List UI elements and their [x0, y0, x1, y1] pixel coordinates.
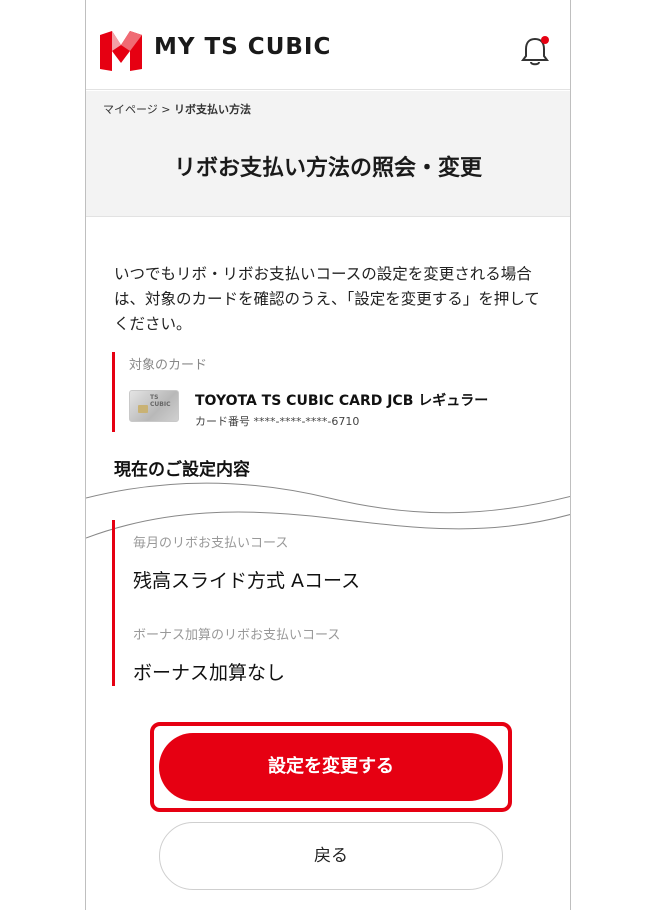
card-name: TOYOTA TS CUBIC CARD JCB レギュラー [195, 393, 489, 409]
breadcrumb-separator: > [161, 103, 171, 116]
ts-cubic-logo-icon[interactable] [100, 31, 142, 71]
breadcrumb: マイページ > リボ支払い方法 [103, 101, 251, 117]
bonus-course-value: ボーナス加算なし [133, 662, 286, 684]
card-number: カード番号 ****-****-****-6710 [195, 415, 360, 428]
bonus-course-label: ボーナス加算のリボお支払いコース [133, 628, 341, 643]
card-image-brand: TS CUBIC [150, 394, 171, 408]
card-chip-icon [138, 405, 148, 413]
change-settings-button[interactable]: 設定を変更する [159, 733, 503, 801]
card-label: 対象のカード [129, 358, 208, 373]
logo-text: MY TS CUBIC [154, 34, 332, 60]
notification-dot-icon [541, 36, 549, 44]
breadcrumb-current: リボ支払い方法 [174, 103, 251, 116]
target-card-block: 対象のカード TS CUBIC TOYOTA TS CUBIC CARD JCB… [112, 352, 512, 432]
page-title: リボお支払い方法の照会・変更 [173, 156, 482, 181]
credit-card-image: TS CUBIC [129, 390, 179, 422]
breadcrumb-home[interactable]: マイページ [103, 103, 158, 116]
settings-block: 毎月のリボお支払いコース 残高スライド方式 Aコース ボーナス加算のリボお支払い… [112, 520, 512, 686]
intro-text: いつでもリボ・リボお支払いコースの設定を変更される場合は、対象のカードを確認のう… [114, 265, 540, 333]
back-button[interactable]: 戻る [159, 822, 503, 890]
monthly-course-value: 残高スライド方式 Aコース [133, 570, 361, 592]
app-header: MY TS CUBIC [86, 0, 570, 90]
bell-icon[interactable] [518, 34, 552, 68]
current-settings-title: 現在のご設定内容 [114, 460, 250, 480]
monthly-course-label: 毎月のリボお支払いコース [133, 536, 289, 551]
phone-frame: MY TS CUBIC マイページ > リボ支払い方法 リボお支払い方法の照会・… [85, 0, 571, 910]
